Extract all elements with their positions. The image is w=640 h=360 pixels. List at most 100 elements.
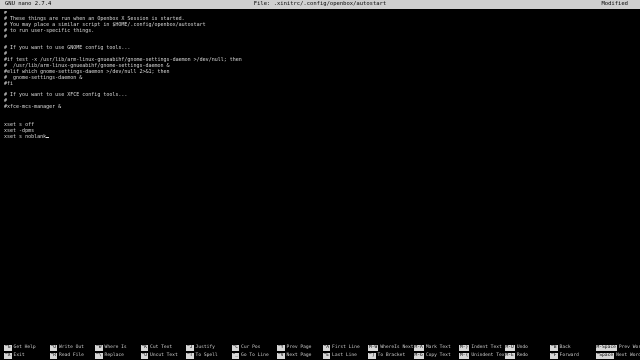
shortcut-label: Go To Line [241, 352, 269, 358]
shortcut-key: ^F [550, 352, 558, 359]
shortcut-label: Undo [516, 345, 528, 350]
shortcut-label: Redo [516, 352, 528, 358]
shortcut-label: Forward [559, 352, 579, 358]
shortcut-key: ^E [322, 352, 331, 359]
file-name: File: .xinitrc/.config/openbox/autostart [253, 1, 387, 7]
shortcut-column: ^G Get Help ^X Exit [4, 344, 48, 360]
shortcut-label: Replace [104, 352, 124, 358]
shortcut-item[interactable]: ^E Last Line [322, 352, 357, 359]
shortcut-item[interactable]: ^F Forward [550, 352, 579, 359]
shortcut-label: Get Help [13, 345, 36, 350]
shortcut-label: Uncut Text [150, 352, 178, 358]
shortcut-label: To Spell [195, 352, 218, 358]
shortcut-item[interactable]: M-U Undo [504, 344, 528, 351]
modified-status: Modified [601, 1, 629, 7]
shortcut-key: ^Space [595, 352, 615, 359]
shortcut-column: ^W Where Is ^\ Replace [95, 344, 139, 360]
shortcut-label: Next Word [616, 352, 640, 358]
shortcut-item[interactable]: M-6 Copy Text [413, 352, 451, 359]
shortcut-column: M-} Indent Text M-{Unindent Text [459, 344, 507, 360]
shortcut-column: ^B Back ^F Forward [550, 344, 594, 360]
shortcut-key: ^\ [95, 352, 103, 359]
shortcut-label: Cut Text [150, 345, 173, 350]
shortcut-label: Copy Text [425, 352, 451, 358]
shortcut-item[interactable]: ^O Write Out [49, 344, 84, 351]
shortcut-key: ^R [49, 352, 58, 359]
shortcut-key: ^K [140, 345, 149, 351]
shortcut-key: ^X [4, 352, 12, 359]
shortcut-key: M-Space [595, 345, 617, 351]
shortcut-column: M-A Mark Text M-6 Copy Text [413, 344, 458, 360]
shortcut-key: ^B [550, 345, 558, 351]
editor-line[interactable] [4, 141, 636, 147]
shortcut-key: M-E [504, 352, 515, 359]
shortcut-key: ^O [49, 345, 58, 351]
shortcut-column: ^A First Line ^E Last Line [322, 344, 367, 360]
shortcut-item[interactable]: M-{Unindent Text [459, 352, 507, 359]
shortcut-item[interactable]: M-A Mark Text [413, 344, 451, 351]
shortcut-item[interactable]: ^R Read File [49, 352, 84, 359]
text-cursor [46, 136, 50, 138]
shortcut-key: ^] [368, 352, 376, 359]
shortcut-column: ^J Justify ^T To Spell [186, 344, 230, 360]
shortcut-bar: ^G Get Help ^X Exit ^O Write Out ^R Read File ^W… [0, 344, 640, 360]
shortcut-label: Justify [195, 345, 215, 350]
shortcut-item[interactable]: M-SpacePrev Word [595, 344, 640, 351]
shortcut-key: M-6 [413, 352, 424, 359]
shortcut-item[interactable]: ^V Next Page [277, 352, 311, 359]
shortcut-column: ^Y Prev Page ^V Next Page [277, 344, 321, 360]
shortcut-item[interactable]: ^J Justify [186, 344, 215, 351]
shortcut-key: ^_ [231, 352, 240, 359]
shortcut-label: Prev Page [286, 345, 312, 350]
shortcut-column: M-U Undo M-E Redo [504, 344, 549, 360]
shortcut-item[interactable]: ^W Where Is [95, 344, 127, 351]
shortcut-label: Prev Word [618, 345, 640, 350]
shortcut-key: ^V [277, 352, 285, 359]
shortcut-item[interactable]: ^X Exit [4, 352, 25, 359]
shortcut-label: WhereIs Next [380, 345, 414, 350]
shortcut-item[interactable]: ^G Get Help [4, 344, 36, 351]
shortcut-key: M-} [459, 345, 470, 351]
shortcut-item[interactable]: M-E Redo [504, 352, 528, 359]
shortcut-key: M-A [413, 345, 424, 351]
shortcut-label: Mark Text [425, 345, 451, 350]
shortcut-item[interactable]: ^U Uncut Text [140, 352, 178, 359]
shortcut-item[interactable]: ^B Back [550, 344, 571, 351]
shortcut-key: ^G [4, 345, 12, 351]
shortcut-item[interactable]: ^A First Line [322, 344, 360, 351]
shortcut-column: ^O Write Out ^R Read File [49, 344, 94, 360]
shortcut-label: Last Line [332, 352, 357, 358]
text-editor-area[interactable]: # # These things are run when an Openbox … [4, 11, 636, 331]
shortcut-label: Cur Pos [241, 345, 261, 350]
shortcut-label: First Line [332, 345, 360, 350]
shortcut-key: ^W [95, 345, 103, 351]
shortcut-key: M-{ [459, 352, 470, 359]
shortcut-item[interactable]: ^K Cut Text [140, 344, 173, 351]
shortcut-item[interactable]: ^] To Bracket [368, 352, 405, 359]
shortcut-item[interactable]: M-} Indent Text [459, 344, 502, 351]
shortcut-item[interactable]: ^\ Replace [95, 352, 124, 359]
shortcut-label: Read File [59, 352, 84, 358]
shortcut-item[interactable]: M-W WhereIs Next [368, 344, 414, 351]
title-bar: GNU nano 2.7.4 File: .xinitrc/.config/op… [0, 0, 640, 9]
shortcut-item[interactable]: ^C Cur Pos [231, 344, 261, 351]
shortcut-key: ^A [322, 345, 331, 351]
shortcut-item[interactable]: ^Space Next Word [595, 352, 640, 359]
shortcut-key: ^J [186, 345, 194, 351]
shortcut-key: M-W [368, 345, 379, 351]
shortcut-label: Back [559, 345, 571, 350]
shortcut-column: ^C Cur Pos ^_ Go To Line [231, 344, 276, 360]
shortcut-column: M-W WhereIs Next ^] To Bracket [368, 344, 414, 360]
shortcut-item[interactable]: ^T To Spell [186, 352, 218, 359]
shortcut-item[interactable]: ^_ Go To Line [231, 352, 269, 359]
shortcut-column: M-SpacePrev Word^SpaceNext Word [595, 344, 640, 360]
shortcut-label: Where Is [104, 345, 127, 350]
shortcut-label: Indent Text [471, 345, 502, 350]
shortcut-key: M-U [504, 345, 515, 351]
shortcut-column: ^K Cut Text ^U Uncut Text [140, 344, 185, 360]
shortcut-label: Write Out [59, 345, 84, 350]
shortcut-item[interactable]: ^Y Prev Page [277, 344, 311, 351]
shortcut-key: ^T [186, 352, 194, 359]
shortcut-key: ^Y [277, 345, 285, 351]
shortcut-label: Exit [13, 352, 25, 358]
